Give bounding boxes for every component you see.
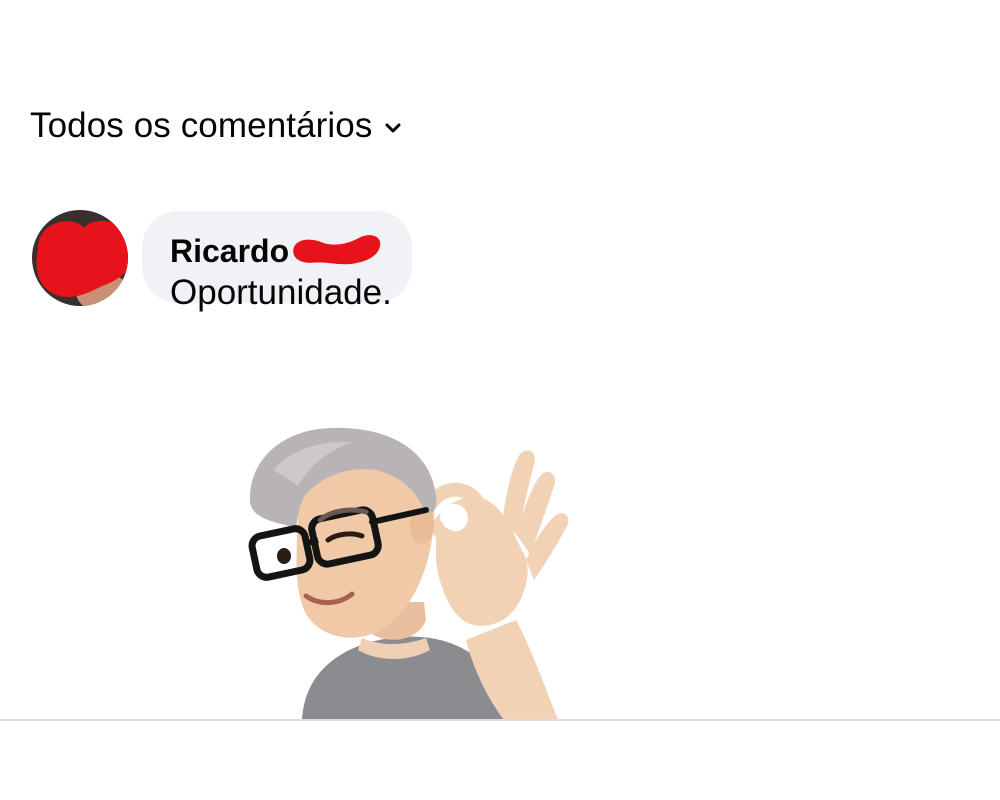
- avatar[interactable]: [32, 210, 128, 306]
- chevron-down-icon: [382, 117, 404, 139]
- comment-bubble: Ricardo Oportunidade.: [142, 211, 412, 312]
- comment-sort-dropdown[interactable]: Todos os comentários: [30, 106, 404, 146]
- avatar-sticker: [240, 410, 580, 720]
- divider: [0, 719, 1000, 721]
- comment-item: Ricardo Oportunidade.: [32, 210, 412, 312]
- comment-author-name[interactable]: Ricardo: [170, 233, 289, 270]
- comment-text: Oportunidade.: [170, 273, 392, 312]
- comment-sort-label: Todos os comentários: [30, 106, 373, 145]
